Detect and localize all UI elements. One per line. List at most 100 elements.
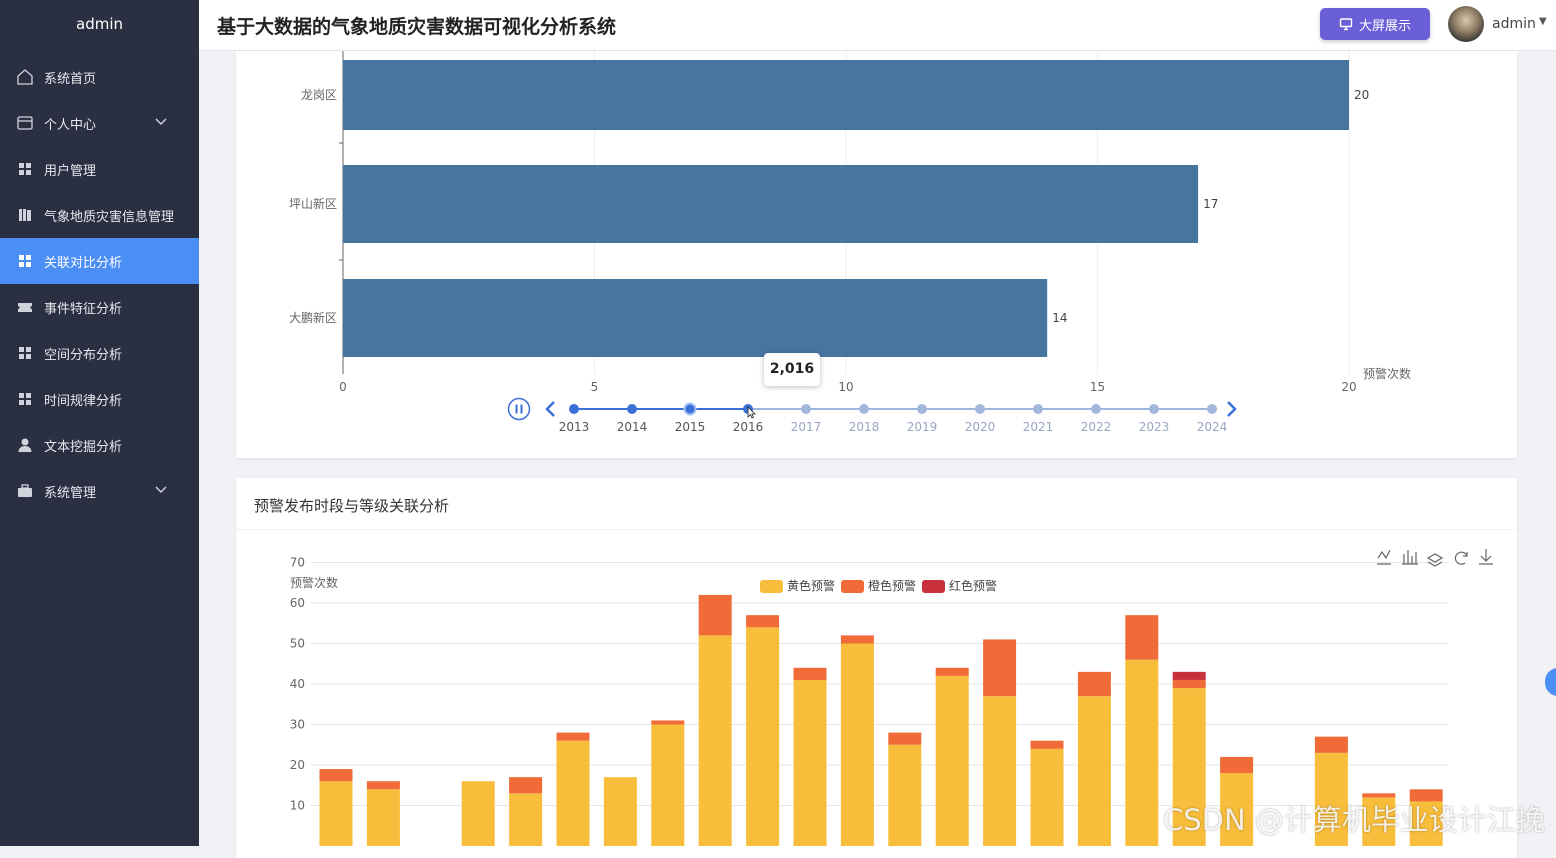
bar[interactable] [793, 667, 827, 680]
sidebar-item-3[interactable]: 用户管理 [0, 146, 199, 192]
bar[interactable] [461, 781, 495, 846]
pause-bar [520, 404, 523, 414]
timeline-year-label: 2013 [559, 420, 590, 434]
data-label: 20 [1354, 88, 1369, 102]
x-tick-label: 10 [838, 380, 853, 394]
timeline-dot[interactable] [683, 402, 697, 416]
sidebar-item-4[interactable]: 气象地质灾害信息管理 [0, 192, 199, 238]
sidebar-item-8[interactable]: 时间规律分析 [0, 376, 199, 422]
bar[interactable] [1077, 696, 1111, 846]
bar[interactable] [888, 744, 922, 846]
stack-icon[interactable] [1426, 553, 1444, 567]
next-chevron-icon[interactable] [1227, 401, 1237, 417]
id-card-icon [16, 114, 34, 132]
bar[interactable] [793, 679, 827, 846]
sidebar-item-1[interactable]: 系统首页 [0, 54, 199, 100]
bar[interactable] [1314, 736, 1348, 753]
timeline-dot[interactable] [975, 404, 985, 414]
bar[interactable] [840, 643, 874, 847]
page-scrollbar-track[interactable] [1535, 51, 1556, 846]
bar[interactable] [603, 777, 637, 846]
bar[interactable] [319, 769, 353, 782]
sidebar-item-5[interactable]: 关联对比分析 [0, 238, 199, 284]
timeline-dot[interactable] [1091, 404, 1101, 414]
sidebar: admin 系统首页 个人中心 用户管理 气象地质灾害信息管理 关联对比分析 事件特征分析… [0, 0, 199, 846]
grid-icon [16, 252, 34, 270]
timeline-dot[interactable] [1033, 404, 1043, 414]
prev-chevron-icon[interactable] [545, 401, 555, 417]
bar[interactable] [556, 740, 590, 846]
bar[interactable] [651, 720, 685, 725]
bar[interactable] [1220, 756, 1254, 774]
play-pause-button[interactable] [507, 397, 531, 421]
book-icon [16, 206, 34, 224]
y-tick-label: 50 [290, 637, 305, 651]
bar[interactable] [1172, 679, 1206, 689]
caret-down-icon[interactable]: ▼ [1539, 16, 1547, 27]
big-screen-button[interactable]: 大屏展示 [1320, 8, 1430, 40]
timeline-dot[interactable] [917, 404, 927, 414]
bar[interactable] [343, 279, 1048, 357]
line-chart-icon[interactable] [1377, 549, 1391, 565]
chevron-down-icon [155, 483, 167, 499]
bar[interactable] [888, 732, 922, 745]
bar[interactable] [840, 635, 874, 644]
district-warning-card: 0 5 10 15 20 预警次数 龙岗区 20 坪山新区 17 大鹏新区 14 2013 2014 201… [236, 51, 1517, 458]
bar[interactable] [556, 732, 590, 741]
bar[interactable] [509, 793, 543, 846]
timeline-dot[interactable] [569, 404, 579, 414]
avatar[interactable] [1448, 6, 1484, 42]
bar[interactable] [509, 777, 543, 794]
bar[interactable] [366, 789, 400, 846]
bar[interactable] [343, 60, 1349, 130]
bar[interactable] [343, 165, 1199, 243]
bar[interactable] [983, 639, 1017, 697]
y-tick-label: 坪山新区 [289, 196, 337, 211]
user-icon [16, 436, 34, 454]
download-icon[interactable] [1479, 549, 1493, 565]
user-name[interactable]: admin [1492, 16, 1536, 32]
bar[interactable] [935, 667, 969, 676]
district-bar-chart: 0 5 10 15 20 预警次数 龙岗区 20 坪山新区 17 大鹏新区 14 2013 2014 201… [289, 51, 1411, 434]
x-tick-label: 0 [339, 380, 347, 394]
bar[interactable] [746, 627, 780, 846]
bar[interactable] [1125, 659, 1159, 846]
timeline-year-label: 2020 [965, 420, 996, 434]
restore-icon[interactable] [1454, 551, 1468, 565]
legend-swatch[interactable] [760, 580, 783, 593]
timeline-dot[interactable] [801, 404, 811, 414]
bar[interactable] [651, 724, 685, 847]
legend-swatch[interactable] [841, 580, 864, 593]
bar[interactable] [698, 594, 732, 636]
bar[interactable] [1125, 615, 1159, 660]
timeline-tooltip: 2,016 [764, 353, 820, 386]
sidebar-item-7[interactable]: 空间分布分析 [0, 330, 199, 376]
bar[interactable] [366, 781, 400, 790]
bar[interactable] [319, 781, 353, 846]
bar[interactable] [1077, 671, 1111, 697]
timeline-dot[interactable] [859, 404, 869, 414]
bar[interactable] [935, 675, 969, 846]
data-label: 14 [1052, 311, 1067, 325]
sidebar-item-2[interactable]: 个人中心 [0, 100, 199, 146]
timeline-year-label: 2015 [675, 420, 706, 434]
bar-chart-icon[interactable] [1402, 550, 1418, 565]
y-tick-label: 40 [290, 677, 305, 691]
pause-bar [515, 404, 518, 414]
timeline-dot[interactable] [1207, 404, 1217, 414]
page-title: 基于大数据的气象地质灾害数据可视化分析系统 [217, 16, 617, 38]
timeline-dot[interactable] [1149, 404, 1159, 414]
timeline-dot[interactable] [627, 404, 637, 414]
bar[interactable] [1030, 748, 1064, 846]
x-axis-name: 预警次数 [1363, 366, 1411, 381]
sidebar-item-6[interactable]: 事件特征分析 [0, 284, 199, 330]
bar[interactable] [1172, 671, 1206, 680]
bar[interactable] [746, 615, 780, 628]
bar[interactable] [983, 696, 1017, 846]
legend-swatch[interactable] [922, 580, 945, 593]
bar[interactable] [698, 635, 732, 846]
bar[interactable] [1030, 740, 1064, 749]
sidebar-item-9[interactable]: 文本挖掘分析 [0, 422, 199, 468]
sidebar-item-10[interactable]: 系统管理 [0, 468, 199, 514]
sidebar-item-label: 文本挖掘分析 [44, 439, 123, 455]
